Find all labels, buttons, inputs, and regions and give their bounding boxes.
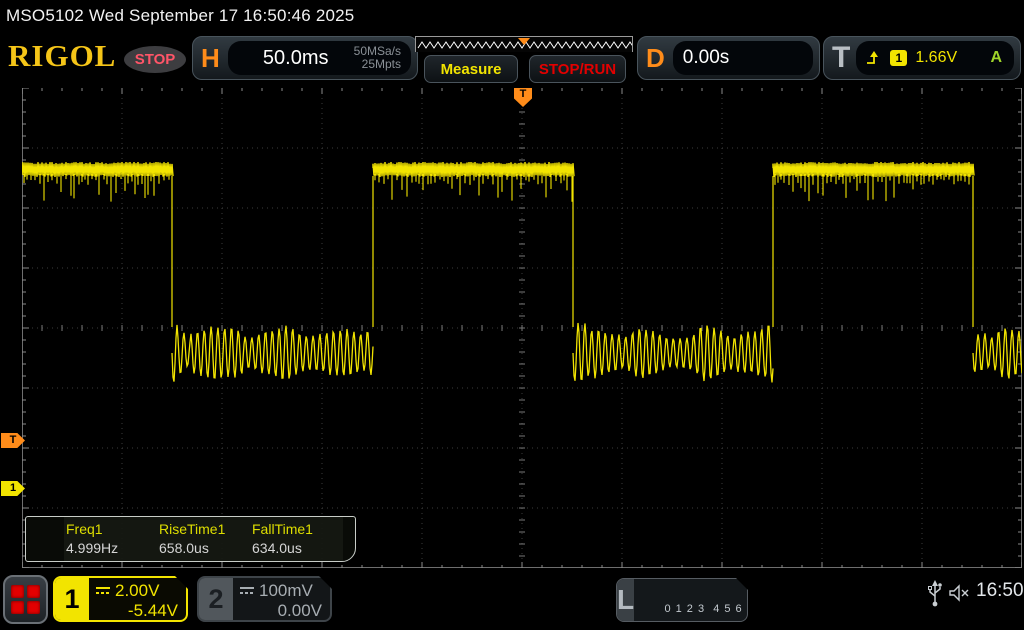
- trigger-menu-button[interactable]: T 1 1.66V A: [823, 36, 1021, 80]
- grid-icon-square: [27, 585, 40, 598]
- model-and-datetime: MSO5102 Wed September 17 16:50:46 2025: [6, 6, 354, 26]
- trigger-label: T: [832, 41, 850, 75]
- speaker-muted-icon: [948, 583, 972, 605]
- grid-icon[interactable]: [3, 575, 48, 624]
- measurement-label: FallTime1: [252, 521, 343, 537]
- channel1-offset: -5.44V: [95, 601, 178, 621]
- run-state-badge: STOP: [124, 46, 186, 73]
- measurement-value: 634.0us: [252, 540, 343, 556]
- measurement-risetime1: RiseTime1 658.0us: [157, 517, 250, 561]
- logic-row1: 0 1 2 3 4 5 6 7: [664, 603, 748, 615]
- channel2-number: 2: [199, 578, 233, 620]
- delay-menu-button[interactable]: D 0.00s: [637, 36, 820, 80]
- rigol-logo: RIGOL: [8, 38, 116, 74]
- sample-rate: 50MSa/s: [354, 44, 401, 58]
- delay-value: 0.00s: [683, 47, 729, 69]
- trigger-source-badge: 1: [890, 50, 907, 66]
- measure-button[interactable]: Measure: [424, 55, 518, 83]
- sample-rate-readout: 50MSa/s 25Mpts: [354, 45, 401, 71]
- dc-coupling-icon: [239, 586, 255, 596]
- clock-readout: 16:50: [976, 580, 1024, 602]
- status-bar: MSO5102 Wed September 17 16:50:46 2025: [0, 0, 1024, 30]
- overview-zigzag-icon: [416, 37, 632, 51]
- channel2-offset: 0.00V: [239, 601, 322, 621]
- logic-analyzer-label: L: [617, 579, 634, 621]
- horizontal-menu-button[interactable]: H 50.0ms 50MSa/s 25Mpts: [192, 36, 418, 80]
- measurement-label: Freq1: [66, 521, 157, 537]
- channel2-scale: 100mV: [259, 581, 313, 601]
- stop-run-button[interactable]: STOP/RUN: [529, 55, 626, 83]
- channel1-button[interactable]: 1 2.00V -5.44V: [53, 576, 188, 622]
- channel2-readout: 100mV 0.00V: [233, 578, 330, 620]
- measurement-freq1: Freq1 4.999Hz: [64, 517, 157, 561]
- measurement-label: RiseTime1: [159, 521, 250, 537]
- waveform-display[interactable]: [22, 88, 1022, 568]
- channel1-number: 1: [55, 578, 89, 620]
- measurement-value: 658.0us: [159, 540, 250, 556]
- waveform-overview-strip[interactable]: [415, 36, 633, 52]
- logic-analyzer-button[interactable]: L 0 1 2 3 4 5 6 7 8 9 1011 12131415: [616, 578, 748, 622]
- delay-readout: 0.00s: [673, 41, 813, 75]
- logic-channel-numbers: 0 1 2 3 4 5 6 7 8 9 1011 12131415: [634, 579, 748, 621]
- measurement-value: 4.999Hz: [66, 540, 157, 556]
- channel2-button[interactable]: 2 100mV 0.00V: [197, 576, 332, 622]
- trigger-sweep-mode: A: [990, 49, 1004, 67]
- timebase-readout: 50.0ms 50MSa/s 25Mpts: [228, 41, 411, 75]
- grid-icon-square: [27, 601, 40, 614]
- channel1-scale: 2.00V: [115, 581, 159, 601]
- measurement-falltime1: FallTime1 634.0us: [250, 517, 343, 561]
- memory-depth: 25Mpts: [362, 57, 401, 71]
- delay-label: D: [646, 43, 665, 74]
- horizontal-label: H: [201, 43, 220, 74]
- channel-status-bar: 1 2.00V -5.44V 2 100mV 0.00V: [0, 570, 1024, 630]
- measurement-spacer: [26, 517, 64, 561]
- measurement-results-panel[interactable]: Freq1 4.999Hz RiseTime1 658.0us FallTime…: [25, 516, 356, 562]
- trigger-readout: 1 1.66V A: [856, 41, 1014, 75]
- grid-icon-square: [11, 585, 24, 598]
- header-bar: RIGOL STOP H 50.0ms 50MSa/s 25Mpts Measu…: [0, 30, 1024, 86]
- grid-icon-square: [11, 601, 24, 614]
- trigger-level-value: 1.66V: [915, 49, 982, 67]
- channel1-readout: 2.00V -5.44V: [89, 578, 186, 620]
- dc-coupling-icon: [95, 586, 111, 596]
- rising-edge-trigger-icon: [866, 50, 882, 66]
- usb-icon: [928, 580, 943, 608]
- timebase-value: 50.0ms: [238, 47, 354, 70]
